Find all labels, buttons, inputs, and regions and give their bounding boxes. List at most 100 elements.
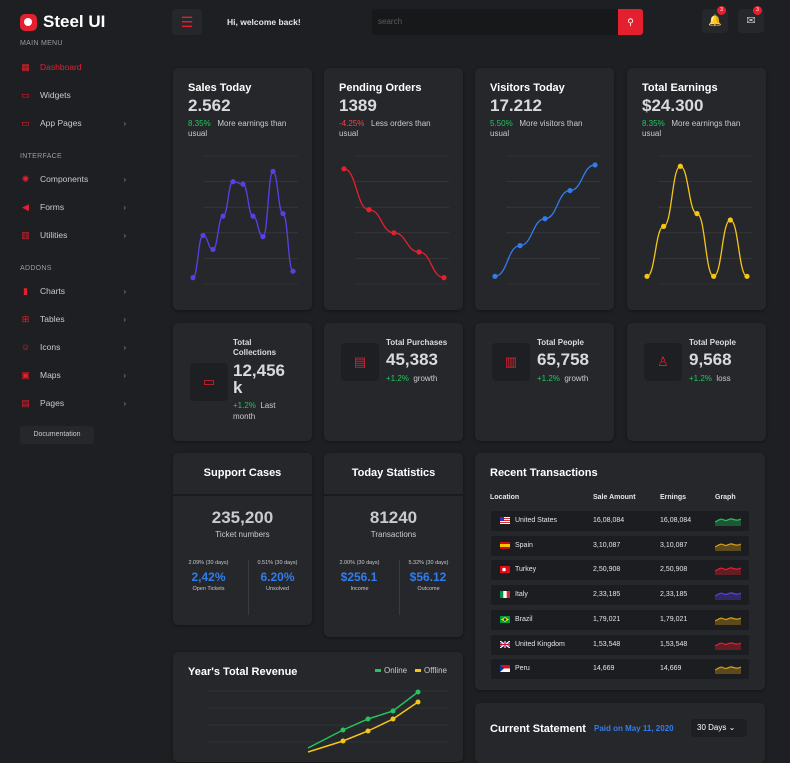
- hamburger-menu-button[interactable]: ☰: [172, 9, 202, 35]
- legend-swatch: [415, 669, 421, 673]
- sidebar-item-label: Icons: [40, 342, 61, 352]
- transaction-label: Transactions: [370, 530, 417, 539]
- chevron-right-icon: ›: [123, 342, 126, 352]
- chevron-right-icon: ›: [123, 230, 126, 240]
- mini-sub: +1.2% growth: [386, 373, 437, 384]
- sidebar-item-label: Maps: [40, 370, 61, 380]
- chevron-right-icon: ›: [123, 314, 126, 324]
- monitor-icon: ▭: [21, 118, 30, 128]
- sparkline-chart: [492, 155, 600, 285]
- legend-online: Online: [375, 666, 407, 675]
- sidebar-item-forms[interactable]: ◀ Forms ›: [20, 200, 130, 214]
- data-point: [441, 275, 447, 281]
- card-title: Recent Transactions: [490, 467, 598, 479]
- sale-cell: 1,53,548: [593, 640, 621, 648]
- revenue-chart: [208, 689, 448, 753]
- sidebar-item-dashboard[interactable]: ▦ Dashboard: [20, 60, 130, 74]
- data-point: [210, 246, 216, 253]
- sidebar-item-widgets[interactable]: ▭ Widgets: [20, 88, 130, 102]
- flag-icon: [500, 640, 510, 648]
- sidebar-item-maps[interactable]: ▣ Maps ›: [20, 368, 130, 382]
- mini-stat-card: ▤ Total Purchases 45,383 +1.2% growth: [324, 323, 463, 441]
- stat-description: 5.50% More visitors than usual: [490, 119, 600, 139]
- mini-sub: +1.2% loss: [689, 373, 731, 384]
- mini-change: +1.2%: [233, 401, 256, 410]
- data-point: [694, 211, 700, 217]
- table-icon: ⊞: [21, 314, 30, 324]
- column-header: Ernings: [660, 494, 687, 501]
- location-cell: Italy: [515, 591, 528, 599]
- sale-cell: 3,10,087: [593, 541, 621, 549]
- mini-sub-text: growth: [413, 374, 438, 383]
- mini-graph: [715, 567, 741, 576]
- mini-title: Total People: [689, 338, 736, 347]
- gear-icon: ✺: [21, 174, 30, 184]
- card-title: Support Cases: [203, 467, 282, 479]
- sidebar-item-charts[interactable]: ▮ Charts ›: [20, 284, 130, 298]
- megaphone-icon: ◀: [22, 202, 29, 212]
- document-icon: ▥: [492, 343, 530, 381]
- sidebar-item-components[interactable]: ✺ Components ›: [20, 172, 130, 186]
- notification-badge: 3: [717, 6, 726, 15]
- table-row[interactable]: United States 16,08,084 16,08,084: [491, 511, 749, 531]
- logo[interactable]: Steel UI: [20, 12, 105, 32]
- sidebar-item-label: Components: [40, 174, 89, 184]
- data-point: [744, 273, 750, 279]
- data-point: [280, 211, 286, 217]
- sidebar-item-label: Utilities: [40, 230, 68, 240]
- offline-line: [307, 701, 419, 753]
- stat-value: 2,42%: [191, 570, 226, 584]
- mini-change: +1.2%: [386, 374, 409, 383]
- stat-value: $24.300: [642, 96, 704, 115]
- income-stat: 2.00% (30 days) $256.1 Income: [332, 560, 387, 592]
- user-icon: ♙: [644, 343, 682, 381]
- table-row[interactable]: Spain 3,10,087 3,10,087: [491, 535, 749, 556]
- menu-icon: ☰: [180, 14, 194, 30]
- map-icon: ▣: [21, 370, 30, 380]
- stat-description: -4.25% Less orders than usual: [339, 119, 449, 139]
- stat-card: Total Earnings $24.300 8.35% More earnin…: [627, 68, 766, 310]
- data-point: [391, 230, 397, 236]
- sidebar-item-icons[interactable]: ☺ Icons ›: [20, 340, 130, 354]
- earnings-cell: 1,53,548: [660, 640, 688, 648]
- flag-icon: [500, 591, 510, 599]
- stat-card: Visitors Today 17.212 5.50% More visitor…: [475, 68, 614, 310]
- stat-value: $256.1: [340, 570, 378, 584]
- folder-icon: ▭: [190, 363, 228, 401]
- table-row[interactable]: Italy 2,33,185 2,33,185: [491, 585, 749, 606]
- data-point: [727, 217, 733, 223]
- mini-value: 45,383: [386, 350, 438, 369]
- search-button[interactable]: ⚲: [618, 9, 643, 35]
- sidebar-item-label: Charts: [40, 286, 66, 296]
- notifications-button[interactable]: 🔔 3: [702, 6, 728, 33]
- mini-sub-text: growth: [564, 374, 589, 383]
- sidebar-item-pages[interactable]: ▤ Pages ›: [20, 396, 130, 410]
- documentation-button[interactable]: Documentation: [20, 426, 94, 444]
- monitor-icon: ▭: [21, 90, 30, 100]
- range-select[interactable]: 30 Days ⌄: [691, 719, 747, 737]
- data-point: [260, 234, 266, 240]
- location-cell: United Kingdom: [515, 640, 565, 648]
- data-point: [366, 207, 372, 213]
- search-icon: ⚲: [627, 17, 634, 27]
- stat-change: 5.50%: [490, 119, 513, 128]
- search-input[interactable]: search: [372, 9, 618, 35]
- data-point: [341, 166, 347, 172]
- unsolved-stat: 0.51% (30 days) 6.20% Unsolved: [250, 560, 305, 592]
- flag-icon: [500, 665, 510, 673]
- legend-label: Offline: [424, 666, 447, 675]
- table-row[interactable]: Turkey 2,50,908 2,50,908: [491, 560, 749, 581]
- sidebar-item-utilities[interactable]: ▥ Utilities ›: [20, 228, 130, 242]
- mini-sub: +1.2% Last month: [233, 400, 293, 422]
- earnings-cell: 2,33,185: [660, 591, 688, 599]
- sidebar-item-app-pages[interactable]: ▭ App Pages ›: [20, 116, 130, 130]
- table-row[interactable]: Peru 14,669 14,669: [491, 659, 749, 680]
- messages-button[interactable]: ✉ 3: [738, 6, 764, 33]
- table-row[interactable]: Brazil 1,79,021 1,79,021: [491, 609, 749, 630]
- range-value: 30 Days: [697, 723, 727, 732]
- online-line: [307, 691, 419, 749]
- sidebar-item-tables[interactable]: ⊞ Tables ›: [20, 312, 130, 326]
- table-row[interactable]: United Kingdom 1,53,548 1,53,548: [491, 634, 749, 655]
- mini-value: 65,758: [537, 350, 589, 369]
- mini-sub: +1.2% growth: [537, 373, 588, 384]
